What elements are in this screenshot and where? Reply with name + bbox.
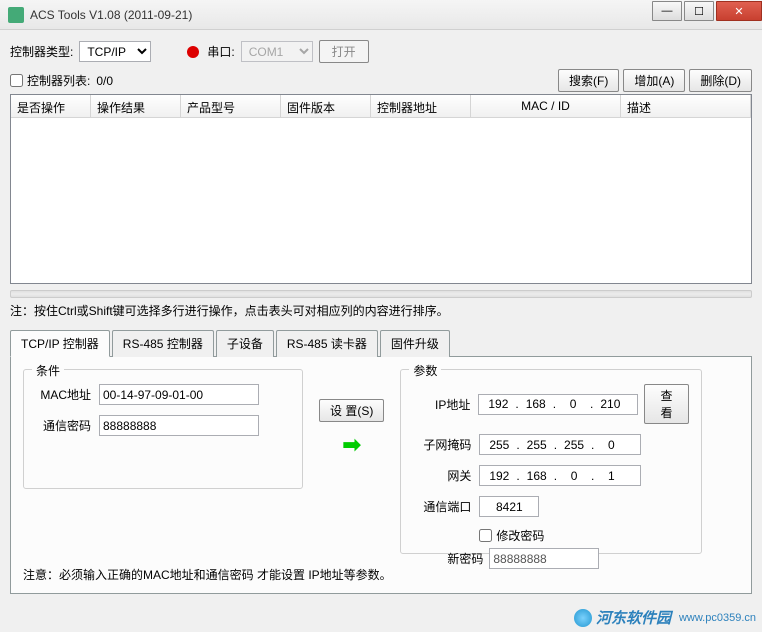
watermark-logo-icon <box>574 609 592 627</box>
col-desc[interactable]: 描述 <box>621 95 751 117</box>
com-select: COM1 <box>241 41 313 62</box>
action-buttons: 搜索(F) 增加(A) 删除(D) <box>558 69 752 92</box>
change-pwd-checkbox[interactable] <box>479 529 492 542</box>
col-model[interactable]: 产品型号 <box>181 95 281 117</box>
pwd-input[interactable] <box>99 415 259 436</box>
params-fieldset: 参数 IP地址 . . . 查看 子网掩码 <box>400 369 702 554</box>
mac-label: MAC地址 <box>36 386 91 403</box>
ip-label: IP地址 <box>413 396 470 413</box>
gw-oct-2[interactable] <box>520 467 554 484</box>
new-pwd-input <box>489 548 599 569</box>
gw-label: 网关 <box>413 467 471 484</box>
watermark-name: 河东软件园 <box>596 607 671 628</box>
mask-oct-2[interactable] <box>520 436 554 453</box>
middle-column: 设 置(S) ➡ <box>319 399 384 458</box>
col-mac[interactable]: MAC / ID <box>471 95 621 117</box>
list-controls: 控制器列表: 0/0 搜索(F) 增加(A) 删除(D) <box>10 69 752 92</box>
mask-oct-4[interactable] <box>594 436 628 453</box>
col-address[interactable]: 控制器地址 <box>371 95 471 117</box>
ip-oct-3[interactable] <box>556 396 590 413</box>
tab-strip: TCP/IP 控制器 RS-485 控制器 子设备 RS-485 读卡器 固件升… <box>10 330 752 357</box>
arrow-right-icon: ➡ <box>342 432 360 458</box>
controller-table: 是否操作 操作结果 产品型号 固件版本 控制器地址 MAC / ID 描述 <box>10 94 752 284</box>
mask-input[interactable]: . . . <box>479 434 641 455</box>
controller-type-select[interactable]: TCP/IP <box>79 41 151 62</box>
gw-oct-1[interactable] <box>482 467 516 484</box>
list-count: 0/0 <box>96 74 113 88</box>
close-button[interactable]: ✕ <box>716 1 762 21</box>
app-icon <box>8 7 24 23</box>
ip-input[interactable]: . . . <box>478 394 637 415</box>
tab-panel-tcpip: 条件 MAC地址 通信密码 设 置(S) ➡ <box>10 356 752 594</box>
set-button[interactable]: 设 置(S) <box>319 399 384 422</box>
watermark-url: www.pc0359.cn <box>679 612 756 624</box>
gw-oct-4[interactable] <box>594 467 628 484</box>
col-result[interactable]: 操作结果 <box>91 95 181 117</box>
port-input[interactable] <box>479 496 539 517</box>
window-title: ACS Tools V1.08 (2011-09-21) <box>30 8 650 22</box>
conditions-fieldset: 条件 MAC地址 通信密码 <box>23 369 303 489</box>
mac-input[interactable] <box>99 384 259 405</box>
ip-oct-1[interactable] <box>481 396 515 413</box>
top-controls: 控制器类型: TCP/IP 串口: COM1 打开 <box>10 40 752 63</box>
open-button: 打开 <box>319 40 369 63</box>
status-dot-icon <box>187 46 199 58</box>
tab-rs485-reader[interactable]: RS-485 读卡器 <box>276 330 378 357</box>
ip-oct-4[interactable] <box>593 396 627 413</box>
view-button[interactable]: 查看 <box>644 384 690 424</box>
watermark: 河东软件园 www.pc0359.cn <box>574 607 756 628</box>
mask-oct-1[interactable] <box>482 436 516 453</box>
delete-button[interactable]: 删除(D) <box>689 69 752 92</box>
tab-container: TCP/IP 控制器 RS-485 控制器 子设备 RS-485 读卡器 固件升… <box>10 329 752 594</box>
serial-label: 串口: <box>207 43 234 60</box>
search-button[interactable]: 搜索(F) <box>558 69 619 92</box>
gw-oct-3[interactable] <box>557 467 591 484</box>
mask-label: 子网掩码 <box>413 436 471 453</box>
table-header: 是否操作 操作结果 产品型号 固件版本 控制器地址 MAC / ID 描述 <box>11 95 751 118</box>
tab-subdevice[interactable]: 子设备 <box>216 330 274 357</box>
note-text: 注：按住Ctrl或Shift键可选择多行进行操作，点击表头可对相应列的内容进行排… <box>10 302 752 319</box>
tab-firmware[interactable]: 固件升级 <box>380 330 450 357</box>
table-body <box>11 118 751 283</box>
port-label: 通信端口 <box>413 498 471 515</box>
maximize-button[interactable]: ☐ <box>684 1 714 21</box>
list-checkbox[interactable] <box>10 74 23 87</box>
conditions-legend: 条件 <box>32 362 64 379</box>
tab-tcpip[interactable]: TCP/IP 控制器 <box>10 330 110 357</box>
window-body: 控制器类型: TCP/IP 串口: COM1 打开 控制器列表: 0/0 搜索(… <box>0 30 762 632</box>
col-firmware[interactable]: 固件版本 <box>281 95 371 117</box>
separator <box>10 290 752 298</box>
ip-oct-2[interactable] <box>519 396 553 413</box>
minimize-button[interactable]: — <box>652 1 682 21</box>
gw-input[interactable]: . . . <box>479 465 641 486</box>
new-pwd-label: 新密码 <box>443 550 483 567</box>
add-button[interactable]: 增加(A) <box>623 69 685 92</box>
mask-oct-3[interactable] <box>557 436 591 453</box>
pwd-label: 通信密码 <box>36 417 91 434</box>
window-buttons: — ☐ ✕ <box>650 0 762 29</box>
col-operate[interactable]: 是否操作 <box>11 95 91 117</box>
params-legend: 参数 <box>409 362 441 379</box>
list-label: 控制器列表: <box>27 72 90 89</box>
titlebar: ACS Tools V1.08 (2011-09-21) — ☐ ✕ <box>0 0 762 30</box>
tab-rs485-controller[interactable]: RS-485 控制器 <box>112 330 214 357</box>
change-pwd-label: 修改密码 <box>496 527 544 544</box>
controller-type-label: 控制器类型: <box>10 43 73 60</box>
